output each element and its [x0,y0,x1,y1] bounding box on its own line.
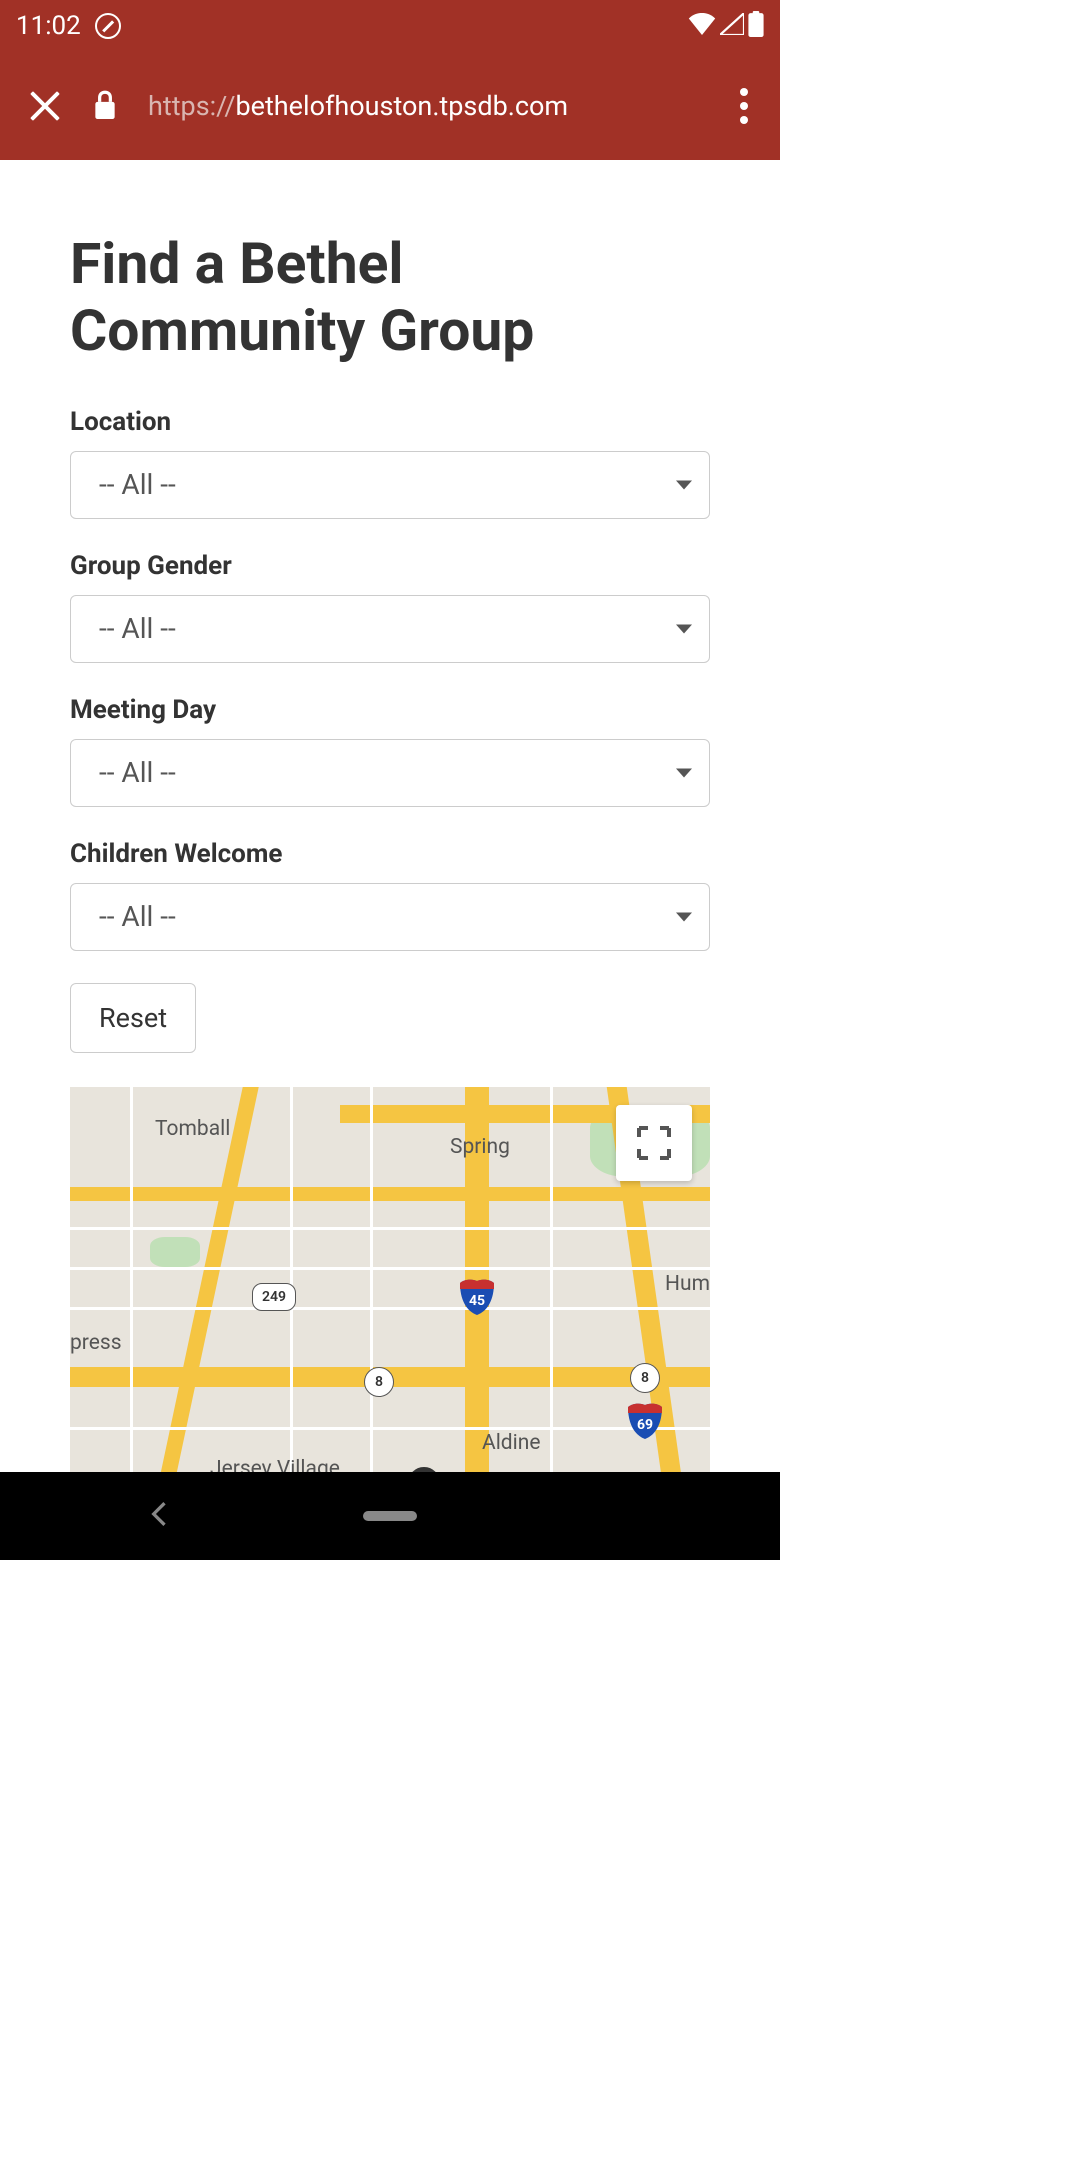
status-right [688,11,764,41]
map-highway-shield: 8 [630,1363,660,1393]
form-group-gender: Group Gender -- All -- [70,551,710,663]
map-road-minor [370,1087,373,1489]
url-domain: bethelofhouston.tpsdb.com [236,90,569,122]
url-display[interactable]: https://bethelofhouston.tpsdb.com [148,90,706,122]
battery-icon [748,11,764,41]
lock-icon [92,89,118,123]
map-city-label: Tomball [155,1117,230,1141]
map-road-minor [70,1227,710,1230]
map-city-label: Spring [450,1135,510,1159]
gender-label: Group Gender [70,551,710,581]
map[interactable]: Tomball Spring press Hum Aldine Jersey V… [70,1087,710,1489]
page-title: Find a Bethel Community Group [70,230,710,365]
wifi-icon [688,13,716,39]
map-city-label: Aldine [482,1431,541,1455]
browser-bar: https://bethelofhouston.tpsdb.com [0,52,780,160]
map-highway-shield: 249 [252,1283,296,1311]
children-select-wrapper: -- All -- [70,883,710,951]
system-nav-bar [0,1472,780,1560]
more-menu-icon[interactable] [736,84,752,128]
status-bar: 11:02 [0,0,780,52]
map-fullscreen-button[interactable] [616,1105,692,1181]
map-interstate-shield: 45 [460,1279,494,1315]
map-city-label: Hum [665,1272,710,1296]
map-road-minor [130,1087,133,1489]
gender-select-wrapper: -- All -- [70,595,710,663]
location-select[interactable]: -- All -- [70,451,710,519]
location-label: Location [70,407,710,437]
day-select[interactable]: -- All -- [70,739,710,807]
day-label: Meeting Day [70,695,710,725]
do-not-disturb-icon [95,13,121,39]
map-road-minor [70,1427,710,1430]
form-group-children: Children Welcome -- All -- [70,839,710,951]
url-prefix: https:// [148,90,236,122]
status-left: 11:02 [16,11,121,41]
map-interstate-shield: 69 [628,1403,662,1439]
page-content: Find a Bethel Community Group Location -… [0,160,780,1559]
map-road [70,1187,710,1201]
svg-text:69: 69 [637,1417,653,1433]
reset-button[interactable]: Reset [70,983,196,1053]
status-time: 11:02 [16,11,81,41]
map-road-minor [70,1267,710,1270]
signal-icon [720,13,744,39]
day-select-wrapper: -- All -- [70,739,710,807]
map-highway-shield: 8 [364,1367,394,1397]
map-road-minor [70,1307,710,1310]
form-group-day: Meeting Day -- All -- [70,695,710,807]
children-select[interactable]: -- All -- [70,883,710,951]
home-handle[interactable] [363,1511,417,1521]
location-select-wrapper: -- All -- [70,451,710,519]
form-group-location: Location -- All -- [70,407,710,519]
map-road-minor [550,1087,553,1489]
back-icon[interactable] [148,1501,168,1531]
gender-select[interactable]: -- All -- [70,595,710,663]
map-city-label: press [70,1331,122,1355]
svg-text:45: 45 [469,1293,485,1309]
fullscreen-icon [636,1125,672,1161]
close-icon[interactable] [28,89,62,123]
map-greenspace [150,1237,200,1267]
children-label: Children Welcome [70,839,710,869]
